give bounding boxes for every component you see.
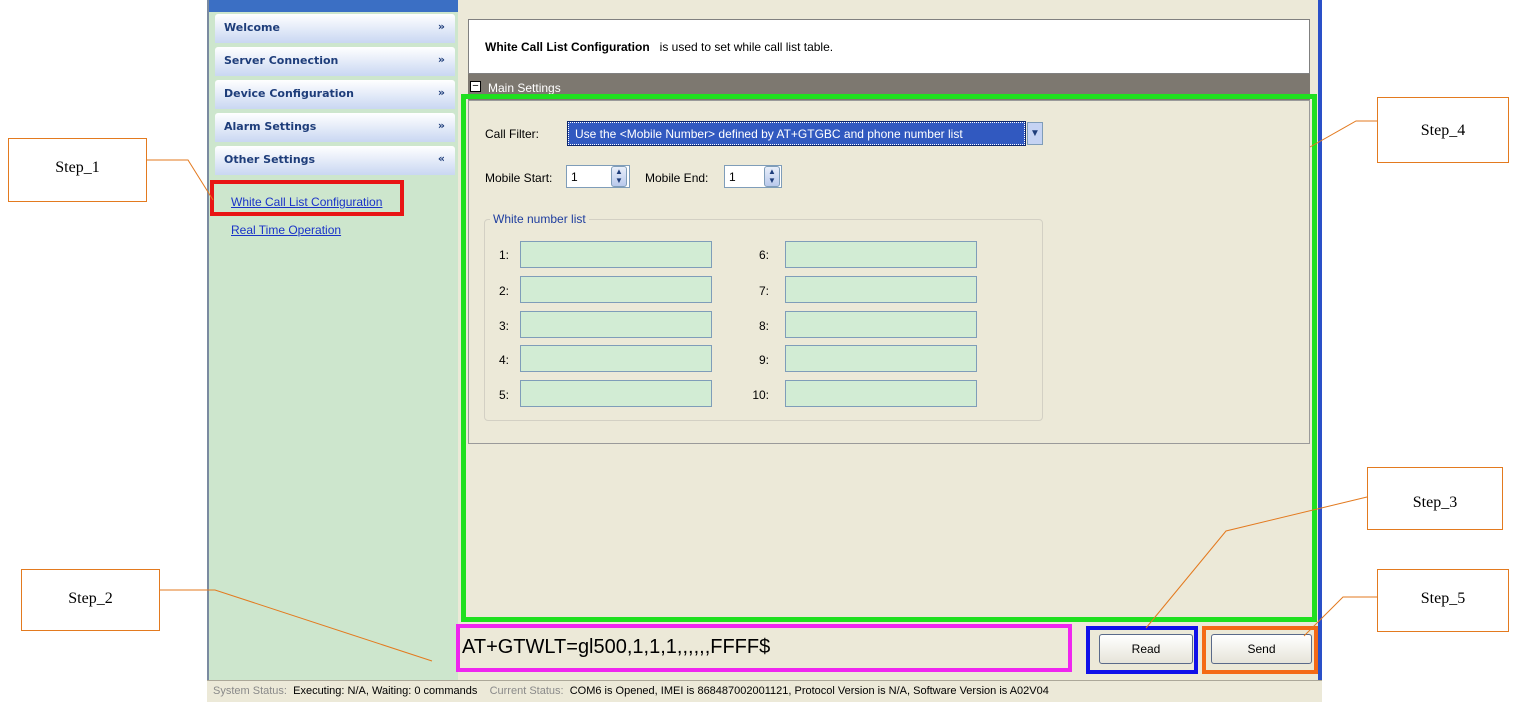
chevron-up-icon: « [437,152,445,165]
sidebar-group-label: Device Configuration [224,87,354,100]
step-3-callout: Step_3 [1367,467,1503,530]
step5-highlight [1202,626,1318,674]
collapse-icon[interactable]: − [470,81,481,92]
current-status-value: COM6 is Opened, IMEI is 868487002001121,… [569,685,1049,697]
step1-highlight [210,180,404,216]
system-status-value: Executing: N/A, Waiting: 0 commands [293,685,478,697]
sidebar-link-real-time-operation[interactable]: Real Time Operation [231,223,341,237]
chevron-down-icon: » [437,20,445,33]
chevron-down-icon: » [437,53,445,66]
sidebar-header-strip [209,0,458,12]
step-2-callout: Step_2 [21,569,160,631]
section-title: Main Settings [488,81,561,95]
step3-highlight [1086,626,1198,674]
page-description: White Call List Configuration is used to… [468,19,1310,74]
page-description-text: is used to set while call list table. [659,40,834,54]
current-status-label: Current Status: [489,685,564,697]
step4-highlight [461,94,1317,622]
sidebar-group-label: Alarm Settings [224,120,317,133]
sidebar-group-alarm-settings[interactable]: Alarm Settings » [215,113,455,142]
sidebar-group-label: Server Connection [224,54,339,67]
step2-highlight [456,624,1072,672]
system-status-label: System Status: [213,685,287,697]
window-edge [1318,0,1322,680]
status-bar: System Status: Executing: N/A, Waiting: … [207,680,1322,702]
sidebar-group-other-settings[interactable]: Other Settings « [215,146,455,175]
chevron-down-icon: » [437,119,445,132]
sidebar-group-welcome[interactable]: Welcome » [215,14,455,43]
sidebar-group-server-connection[interactable]: Server Connection » [215,47,455,76]
sidebar-group-label: Other Settings [224,153,316,166]
page-title: White Call List Configuration [485,40,650,54]
step-1-callout: Step_1 [8,138,147,202]
chevron-down-icon: » [437,86,445,99]
step-5-callout: Step_5 [1377,569,1509,632]
sidebar-group-device-configuration[interactable]: Device Configuration » [215,80,455,109]
sidebar-group-label: Welcome [224,21,280,34]
step-4-callout: Step_4 [1377,97,1509,163]
